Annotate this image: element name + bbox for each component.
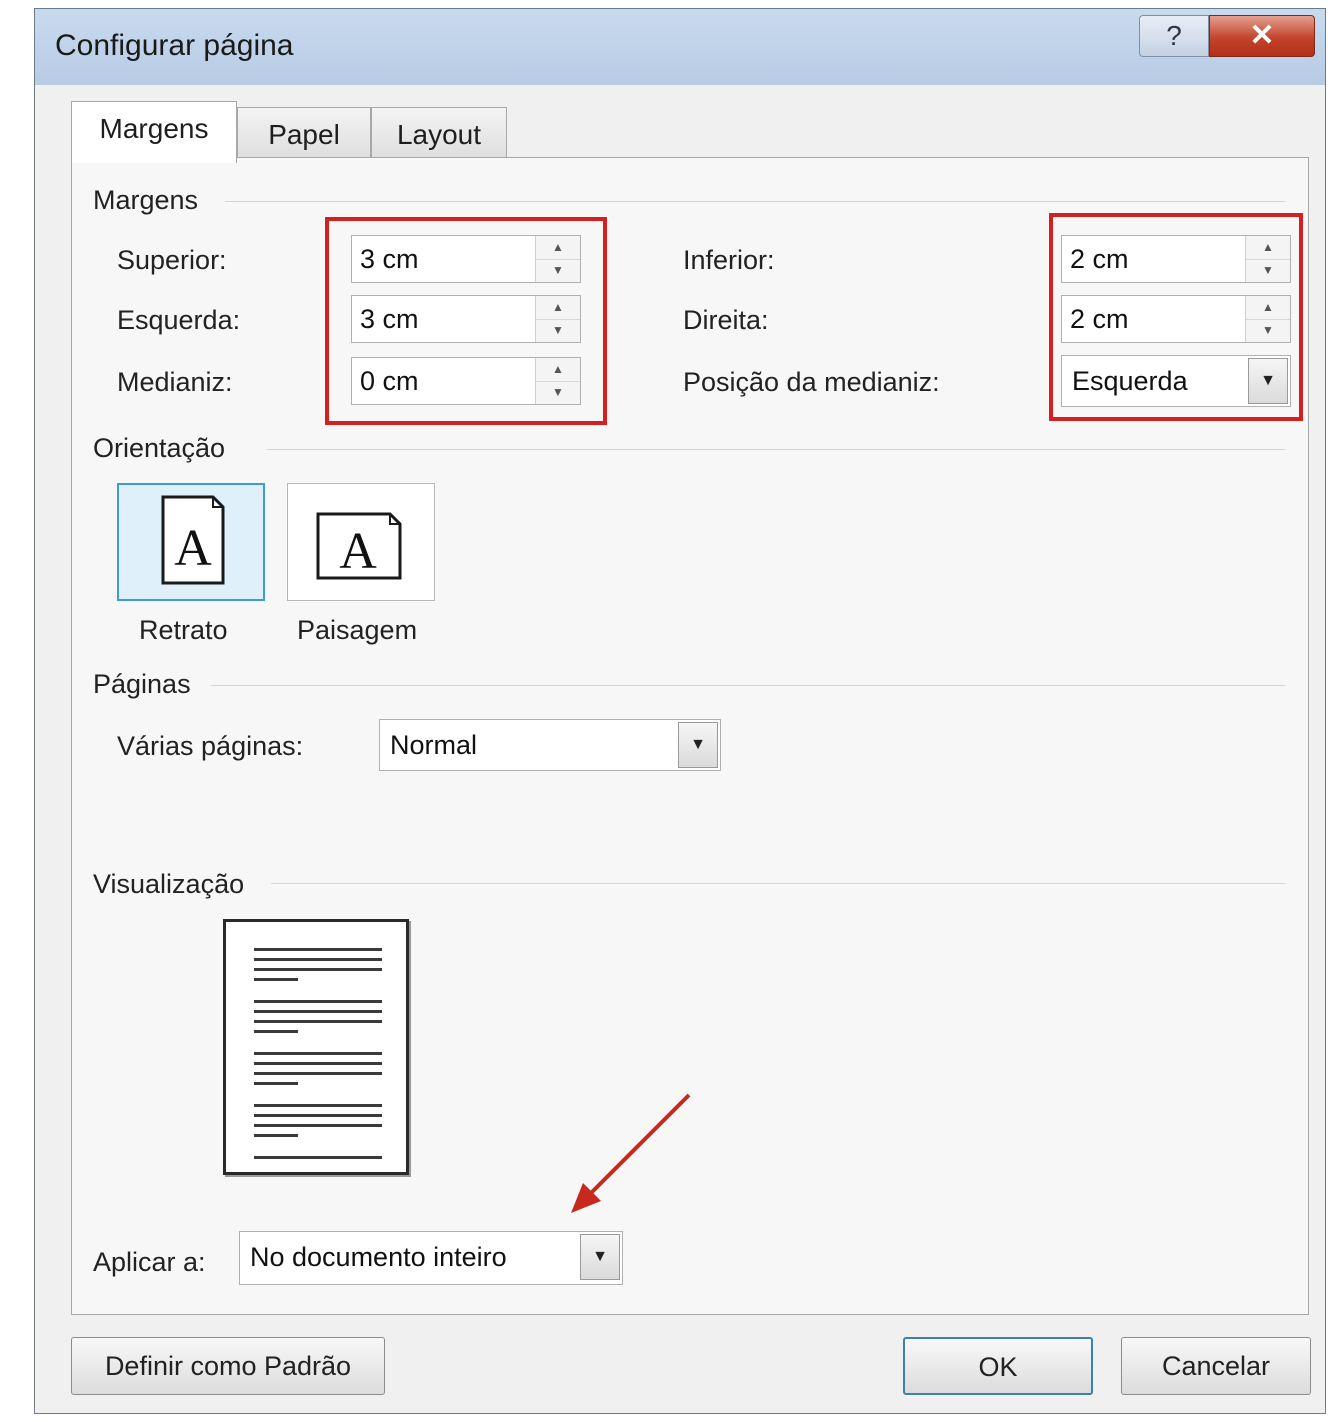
apply-to-label: Aplicar a: — [93, 1247, 206, 1277]
tab-margins[interactable]: Margens — [71, 101, 237, 163]
set-default-button[interactable]: Definir como Padrão — [71, 1337, 385, 1395]
page-setup-dialog: Configurar página ? ✕ Margens Papel Layo… — [34, 8, 1326, 1414]
ok-button[interactable]: OK — [903, 1337, 1093, 1395]
apply-to-value: No documento inteiro — [250, 1242, 507, 1272]
cancel-label: Cancelar — [1161, 1351, 1271, 1381]
annotation-arrow — [571, 1093, 691, 1213]
ok-label: OK — [978, 1352, 1018, 1382]
cancel-button[interactable]: Cancelar — [1121, 1337, 1311, 1395]
tab-margins-label: Margens — [99, 113, 209, 144]
chevron-down-icon[interactable]: ▼ — [580, 1234, 620, 1280]
apply-to-select[interactable]: No documento inteiro ▼ — [239, 1231, 623, 1285]
set-default-label: Definir como Padrão — [104, 1351, 352, 1381]
